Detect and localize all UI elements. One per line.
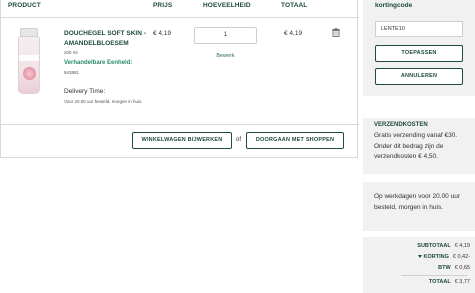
total-value: € 3,77 [454,279,470,285]
delivery-time-text: Voor 20.00 uur besteld, morgen in huis. [64,99,143,104]
item-price: € 4,19 [153,30,172,37]
coupon-input[interactable]: LENTE10 [375,21,463,37]
apply-coupon-button[interactable]: TOEPASSEN [375,45,463,62]
vat-label: BTW [438,265,451,271]
product-bottle-icon[interactable] [17,28,41,94]
discount-label: KORTING [423,254,449,260]
trash-icon[interactable] [332,28,340,37]
vat-value: € 0,65 [454,265,470,271]
discount-value: € 0,42- [452,254,470,260]
subtotal-value: € 4,19 [454,243,470,249]
shipping-title: VERZENDKOSTEN [374,122,428,128]
continue-shopping-button[interactable]: DOORGAAN MET SHOPPEN [246,132,344,149]
summary-divider [401,275,467,276]
delivery-panel: Op werkdagen voor 20.00 uur besteld, mor… [363,182,475,231]
header-quantity: HOEVEELHEID [203,2,251,9]
order-summary: SUBTOTAAL € 4,19 KORTING € 0,42- BTW € 0,65… [363,237,475,293]
header-product: PRODUCT [8,2,41,9]
coupon-title: kortingcode [375,2,413,9]
product-size: 200 ml [64,50,78,55]
total-row: TOTAAL € 3,77 [429,279,470,285]
shipping-panel: VERZENDKOSTEN Gratis verzending vanaf €3… [363,118,475,174]
total-label: TOTAAL [428,279,451,285]
product-code: 943881 [64,70,80,75]
product-name[interactable]: DOUCHEGEL SOFT SKIN - AMANDELBLOESEM [64,29,156,49]
quantity-input[interactable]: 1 [194,27,257,44]
header-price: PRIJS [153,2,173,9]
discount-row[interactable]: KORTING € 0,42- [417,254,470,260]
or-text: of [236,137,242,143]
delivery-note: Op werkdagen voor 20.00 uur besteld, mor… [374,193,460,211]
row-divider [1,124,359,125]
header-total: TOTAAL [281,2,308,9]
edit-link[interactable]: Bewerk [194,53,257,59]
coupon-panel: kortingcode LENTE10 TOEPASSEN ANNULEREN [363,0,475,96]
item-total: € 4,19 [284,30,303,37]
product-unit-label: Verhandelbare Eenheid: [64,60,133,66]
cancel-coupon-button[interactable]: ANNULEREN [375,68,463,85]
shipping-text: Gratis verzending vanaf €30. Onder dit b… [374,132,458,160]
caret-down-icon[interactable] [417,255,422,259]
vat-row: BTW € 0,65 [438,265,470,271]
update-cart-button[interactable]: WINKELWAGEN BIJWERKEN [132,132,232,149]
cart-table: PRODUCT PRIJS HOEVEELHEID TOTAAL DOUCHEG… [0,0,359,158]
subtotal-label: SUBTOTAAL [417,243,451,249]
subtotal-row: SUBTOTAAL € 4,19 [417,243,470,249]
delivery-time-title: Delivery Time: [64,88,106,95]
header-divider [1,17,359,18]
